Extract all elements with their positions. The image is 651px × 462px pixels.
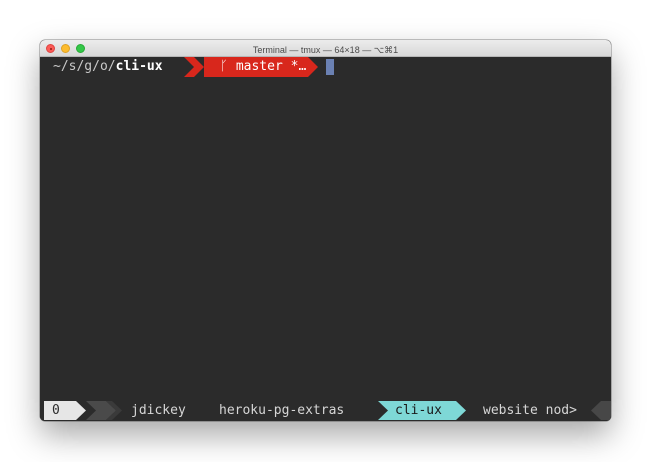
tmux-window-tab[interactable]: heroku-pg-extras (219, 401, 344, 420)
tmux-session-name: 0 (44, 401, 76, 420)
prompt-path: ~/s/g/o/cli-ux (40, 57, 186, 77)
zoom-window-button[interactable] (76, 43, 85, 53)
prompt-git-branch: ᚴ master *… (204, 57, 308, 77)
terminal-window[interactable]: Terminal — tmux — 64×18 — ⌥⌘1 ~/s/g/o/cl… (40, 40, 611, 421)
git-branch-name: master *… (235, 59, 307, 74)
terminal-content[interactable]: ~/s/g/o/cli-ux ᚴ master *… 0 jdickey her… (40, 57, 611, 421)
powerline-arrow-icon (308, 57, 318, 77)
terminal-cursor (326, 59, 334, 75)
title-bar[interactable]: Terminal — tmux — 64×18 — ⌥⌘1 (40, 40, 611, 57)
tmux-window-tab[interactable]: website nod> (483, 401, 577, 420)
shell-prompt: ~/s/g/o/cli-ux ᚴ master *… (40, 57, 611, 77)
active-tab-left-arrow-icon (378, 401, 389, 420)
minimize-window-button[interactable] (61, 43, 70, 53)
git-branch-icon: ᚴ (220, 59, 228, 74)
close-window-button[interactable] (46, 43, 55, 53)
tmux-window-tab-active[interactable]: cli-ux (389, 401, 456, 420)
powerline-separator-icon (184, 57, 204, 77)
tmux-status-bar: 0 jdickey heroku-pg-extras cli-ux websit… (40, 401, 611, 420)
tab-overflow-separator-icon (591, 401, 611, 420)
tmux-window-tab[interactable]: jdickey (131, 401, 186, 420)
active-tab-right-arrow-icon (456, 401, 466, 420)
prompt-path-current: cli-ux (115, 59, 163, 74)
prompt-path-prefix: ~/s/g/o/ (53, 59, 116, 74)
session-separator-icon (76, 401, 122, 420)
window-title: Terminal — tmux — 64×18 — ⌥⌘1 (252, 45, 399, 55)
